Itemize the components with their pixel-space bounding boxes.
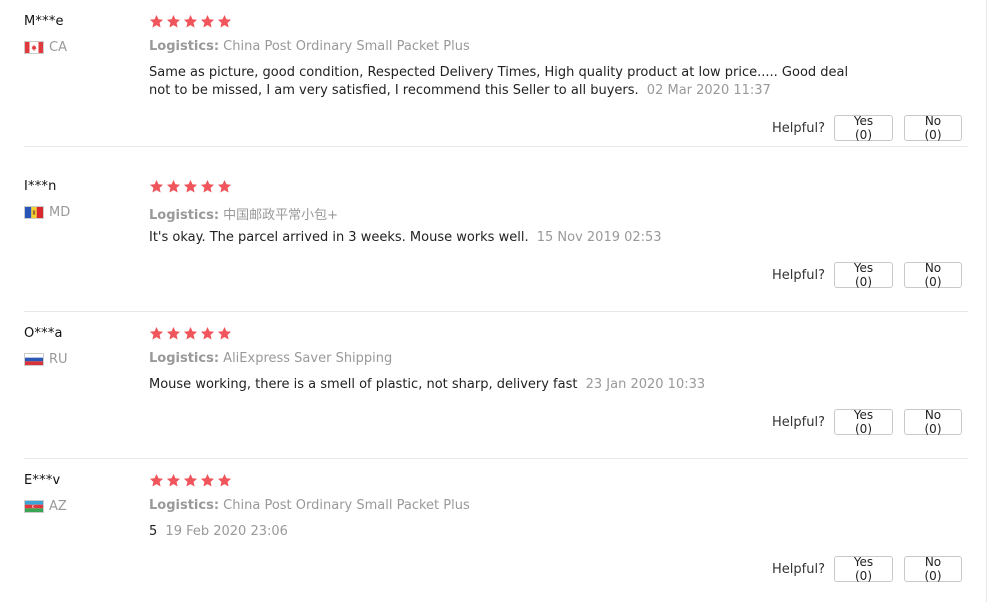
logistics-method: China Post Ordinary Small Packet Plus [223, 498, 470, 513]
country-code: RU [49, 352, 68, 367]
helpful-vote-row: Helpful? Yes (0) No (0) [772, 114, 962, 142]
reviewer-country: MD [24, 205, 70, 220]
reviewer-name: O***a [24, 326, 63, 341]
review-text-block: Same as picture, good condition, Respect… [149, 64, 869, 100]
star-icon [183, 179, 198, 193]
country-code: AZ [49, 499, 67, 514]
logistics-label: Logistics: [149, 208, 220, 223]
reviewer-name: M***e [24, 14, 64, 29]
review-text-block: Mouse working, there is a smell of plast… [149, 376, 869, 394]
review-date: 02 Mar 2020 11:37 [646, 83, 771, 98]
helpful-no-button[interactable]: No (0) [904, 555, 962, 583]
logistics-label: Logistics: [149, 351, 220, 366]
star-icon [149, 326, 164, 340]
logistics-label: Logistics: [149, 498, 220, 513]
star-icon [183, 14, 198, 28]
review-text: Mouse working, there is a smell of plast… [149, 377, 578, 392]
star-icon [166, 473, 181, 487]
logistics-label: Logistics: [149, 39, 220, 54]
star-icon [200, 179, 215, 193]
star-icon [166, 179, 181, 193]
star-icon [217, 473, 232, 487]
helpful-label: Helpful? [772, 414, 825, 430]
helpful-label: Helpful? [772, 267, 825, 283]
star-icon [217, 14, 232, 28]
helpful-no-button[interactable]: No (0) [904, 261, 962, 289]
logistics-info: Logistics: 中国邮政平常小包+ [149, 204, 338, 223]
logistics-info: Logistics: China Post Ordinary Small Pac… [149, 498, 470, 513]
helpful-no-button[interactable]: No (0) [904, 114, 962, 142]
star-icon [166, 14, 181, 28]
star-icon [183, 473, 198, 487]
country-code: MD [49, 205, 71, 220]
review-item: M***e CA Logistics: China Post Ordinary … [0, 0, 968, 147]
moldova-flag-icon [24, 206, 44, 219]
helpful-yes-button[interactable]: Yes (0) [834, 261, 893, 289]
review-date: 19 Feb 2020 23:06 [165, 524, 288, 539]
review-divider [24, 146, 968, 147]
russia-flag-icon [24, 353, 44, 366]
helpful-vote-row: Helpful? Yes (0) No (0) [772, 555, 962, 583]
helpful-yes-button[interactable]: Yes (0) [834, 114, 893, 142]
review-item: E***v AZ Logistics: China Post Ordinary … [0, 459, 968, 606]
logistics-method: 中国邮政平常小包+ [223, 208, 339, 223]
review-item: O***a RU Logistics: AliExpress Saver Shi… [0, 312, 968, 459]
star-icon [200, 473, 215, 487]
review-date: 23 Jan 2020 10:33 [585, 377, 706, 392]
review-date: 15 Nov 2019 02:53 [536, 230, 662, 245]
logistics-info: Logistics: China Post Ordinary Small Pac… [149, 39, 470, 54]
helpful-label: Helpful? [772, 561, 825, 577]
star-icon [183, 326, 198, 340]
star-icon [217, 179, 232, 193]
star-icon [200, 14, 215, 28]
logistics-method: China Post Ordinary Small Packet Plus [223, 39, 470, 54]
azerbaijan-flag-icon [24, 500, 44, 513]
star-icon [166, 326, 181, 340]
logistics-method: AliExpress Saver Shipping [223, 351, 393, 366]
helpful-vote-row: Helpful? Yes (0) No (0) [772, 408, 962, 436]
canada-flag-icon [24, 41, 44, 54]
logistics-info: Logistics: AliExpress Saver Shipping [149, 351, 392, 366]
review-text-block: 5 19 Feb 2020 23:06 [149, 523, 869, 541]
country-code: CA [49, 40, 67, 55]
star-icon [149, 473, 164, 487]
review-text: It's okay. The parcel arrived in 3 weeks… [149, 230, 529, 245]
helpful-vote-row: Helpful? Yes (0) No (0) [772, 261, 962, 289]
star-icon [149, 14, 164, 28]
reviews-panel: M***e CA Logistics: China Post Ordinary … [0, 0, 987, 602]
reviewer-name: I***n [24, 179, 57, 194]
star-icon [149, 179, 164, 193]
helpful-yes-button[interactable]: Yes (0) [834, 408, 893, 436]
star-rating [149, 14, 232, 29]
star-icon [217, 326, 232, 340]
reviewer-country: AZ [24, 499, 67, 514]
star-rating [149, 179, 232, 194]
reviewer-country: RU [24, 352, 68, 367]
reviewer-name: E***v [24, 473, 61, 488]
star-rating [149, 326, 232, 341]
helpful-label: Helpful? [772, 120, 825, 136]
review-text-block: It's okay. The parcel arrived in 3 weeks… [149, 229, 869, 247]
review-text: 5 [149, 524, 158, 539]
review-item: I***n MD Logistics: 中国邮政平常小包+ It's okay.… [0, 165, 968, 312]
helpful-no-button[interactable]: No (0) [904, 408, 962, 436]
star-icon [200, 326, 215, 340]
helpful-yes-button[interactable]: Yes (0) [834, 555, 893, 583]
reviewer-country: CA [24, 40, 67, 55]
star-rating [149, 473, 232, 488]
